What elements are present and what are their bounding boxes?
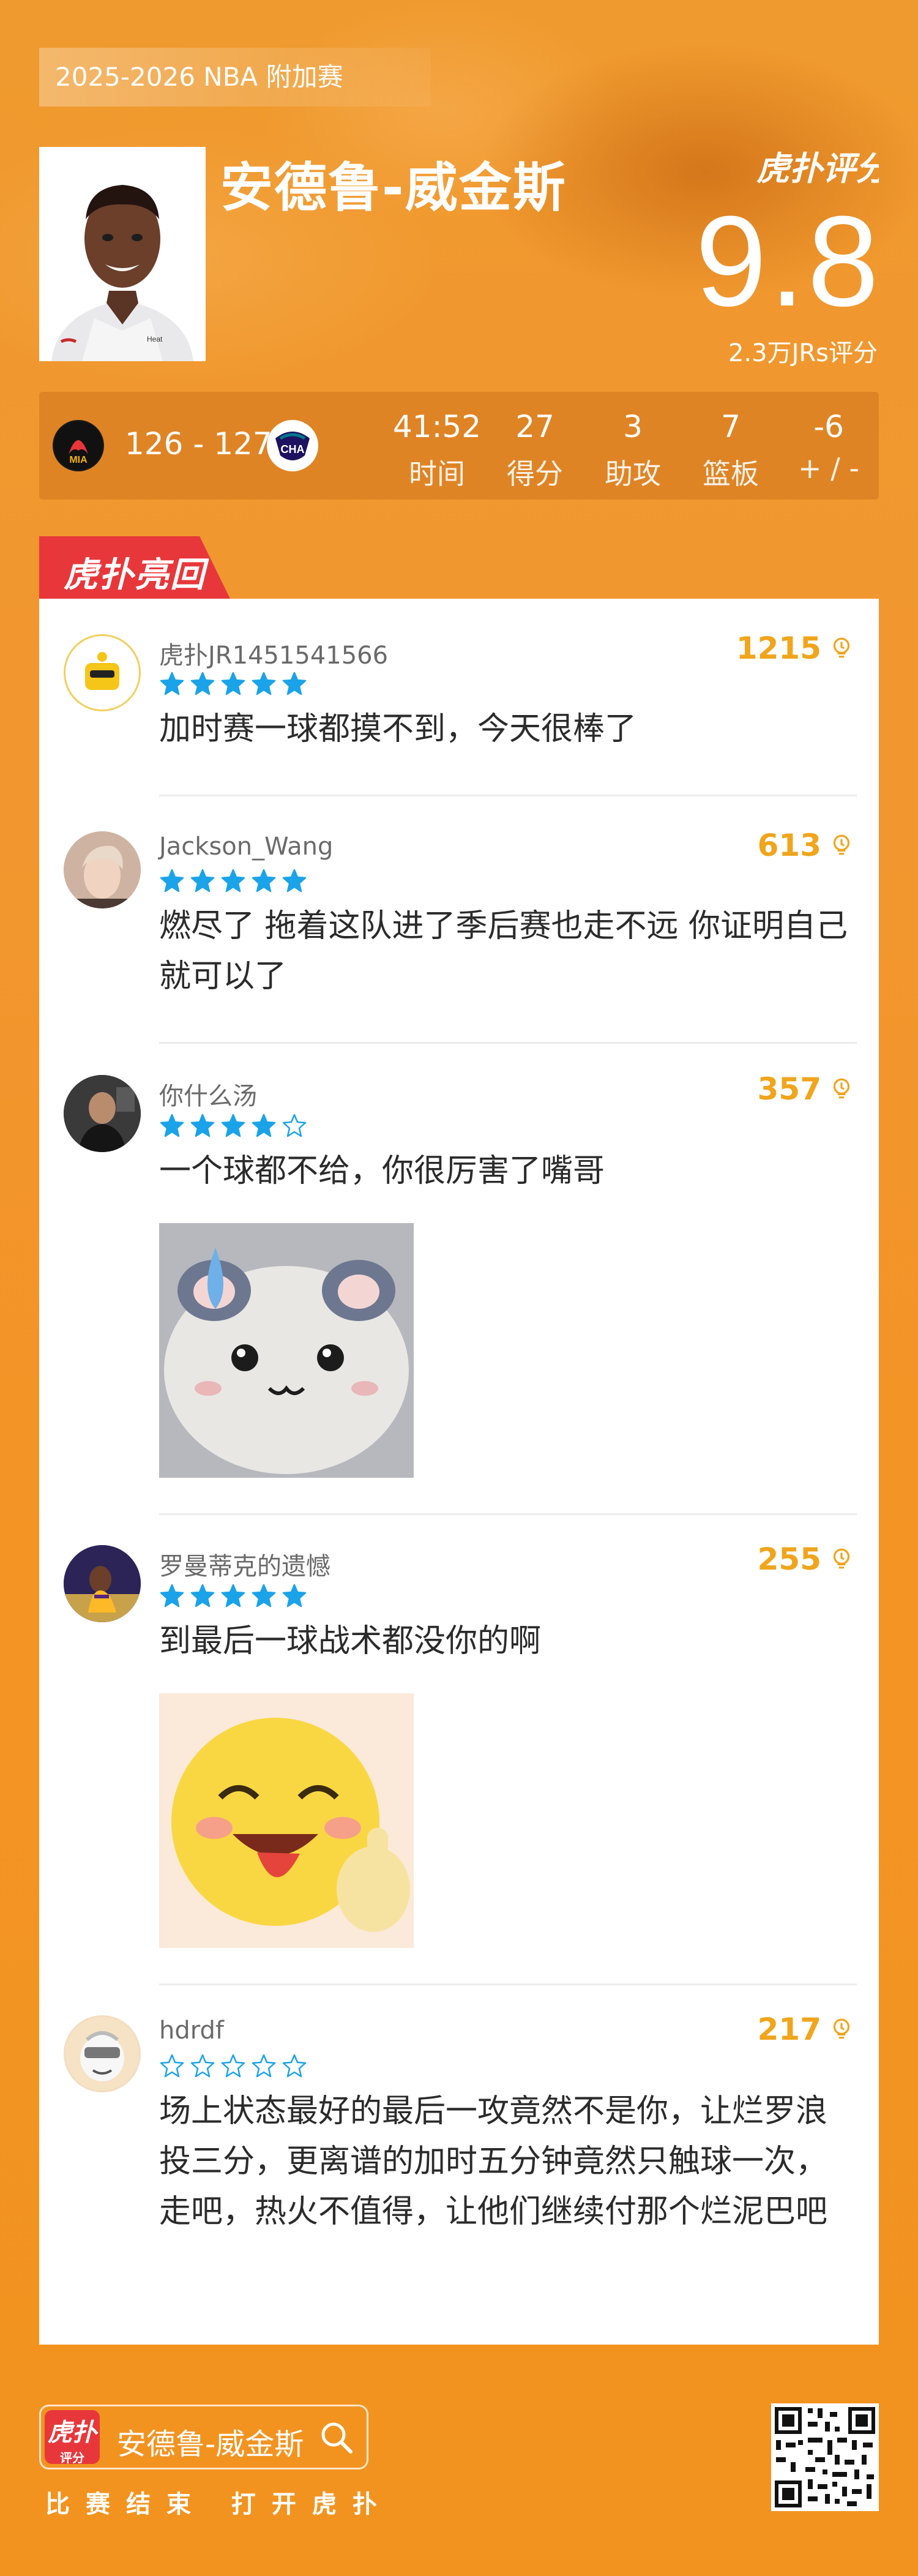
svg-text:CHA: CHA (281, 443, 305, 455)
stat-time: 41:52 时间 (392, 409, 482, 490)
like-count[interactable]: 217 (758, 2012, 854, 2047)
player-name: 安德鲁-威金斯 (220, 157, 567, 219)
lightbulb-icon (833, 1078, 850, 1099)
comment-username[interactable]: 虎扑JR1451541566 (159, 635, 388, 671)
divider (159, 1042, 857, 1044)
avatar[interactable] (64, 831, 141, 908)
like-count[interactable]: 613 (758, 828, 854, 863)
star-filled-icon (282, 869, 307, 893)
stat-plus-minus: -6 + / - (798, 409, 859, 485)
star-filled-icon (252, 1114, 276, 1137)
comment-text: 场上状态最好的最后一攻竟然不是你，让烂罗浪投三分，更离谱的加时五分钟竟然只触球一… (159, 2093, 828, 2230)
search-icon[interactable] (319, 2420, 354, 2455)
star-empty-icon (190, 2054, 215, 2078)
star-filled-icon (282, 672, 307, 695)
comment-text: 到最后一球战术都没你的啊 (159, 1623, 542, 1660)
star-empty-icon (252, 2054, 276, 2078)
like-count[interactable]: 357 (758, 1071, 854, 1107)
star-filled-icon (160, 1584, 184, 1608)
highlight-replies-badge: 虎扑亮回复 (39, 536, 230, 599)
star-empty-icon (282, 2054, 307, 2078)
avatar[interactable] (64, 2015, 141, 2092)
divider (159, 795, 857, 796)
qr-code[interactable] (771, 2403, 879, 2511)
footer-caption: 比赛结束 打开虎扑 (45, 2490, 393, 2518)
comments-panel: 虎扑JR1451541566 1215 加时赛一球都摸不到，今天很棒了 Jack… (39, 599, 879, 2345)
sticker-sweat-hamster[interactable] (159, 1223, 414, 1478)
stat-assists: 3 助攻 (605, 409, 661, 490)
star-filled-icon (282, 1584, 307, 1608)
brand-text: 虎扑评分 (756, 149, 879, 188)
star-filled-icon (190, 672, 215, 695)
hupu-app-logo: 虎扑 评分 (45, 2410, 100, 2465)
comment-text: 燃尽了 拖着这队进了季后赛也走不远 你证明自己就可以了 (159, 908, 848, 995)
star-empty-icon (160, 2054, 184, 2078)
star-filled-icon (221, 672, 245, 695)
miami-heat-logo: MIA (53, 420, 104, 471)
footer-search-text: 安德鲁-威金斯 (117, 2427, 304, 2462)
comment-username[interactable]: 罗曼蒂克的遗憾 (159, 1546, 330, 1582)
svg-text:MIA: MIA (69, 455, 88, 465)
star-filled-icon (160, 869, 184, 893)
comment-username[interactable]: 你什么汤 (159, 1076, 257, 1112)
player-score: 9.8 (695, 189, 881, 333)
comment-text: 加时赛一球都摸不到，今天很棒了 (159, 711, 637, 747)
avatar[interactable] (64, 634, 141, 711)
rating-stars (159, 671, 307, 697)
hupu-rating-logo: 虎扑评分 (756, 142, 892, 191)
divider (159, 1513, 857, 1515)
star-filled-icon (160, 1114, 184, 1137)
game-score: 126 - 127 (125, 426, 272, 462)
lightbulb-icon (833, 637, 850, 658)
like-count[interactable]: 255 (758, 1541, 854, 1577)
stat-rebounds: 7 篮板 (703, 409, 759, 490)
sticker-tongue-emoji[interactable] (159, 1693, 414, 1948)
charlotte-hornets-logo: CHA (267, 420, 318, 471)
star-filled-icon (221, 1584, 245, 1608)
lightbulb-icon (833, 1548, 850, 1569)
lightbulb-icon (833, 2018, 850, 2039)
stat-points: 27 得分 (507, 409, 563, 490)
avatar[interactable] (64, 1545, 141, 1622)
rating-stars (159, 1113, 307, 1139)
comment-username[interactable]: hdrdf (159, 2016, 224, 2045)
star-filled-icon (190, 869, 215, 893)
star-filled-icon (221, 1114, 245, 1137)
season-tag: 2025-2026 NBA 附加赛 (39, 48, 431, 107)
star-empty-icon (282, 1114, 307, 1137)
star-filled-icon (190, 1584, 215, 1608)
svg-text:Heat: Heat (147, 335, 163, 343)
comment-text: 一个球都不给，你很厉害了嘴哥 (159, 1153, 605, 1189)
star-filled-icon (252, 869, 276, 893)
footer-search-bar[interactable]: 虎扑 评分 安德鲁-威金斯 (39, 2405, 368, 2469)
star-filled-icon (221, 869, 245, 893)
rating-count: 2.3万JRs评分 (728, 339, 878, 367)
rating-stars (159, 2053, 307, 2079)
avatar[interactable] (64, 1075, 141, 1152)
comment-username[interactable]: Jackson_Wang (159, 833, 333, 861)
divider (159, 1983, 857, 1985)
like-count[interactable]: 1215 (736, 631, 854, 666)
match-stats-bar: MIA 126 - 127 CHA 41:52 时间 27 得分 3 助攻 7 篮板 -… (39, 392, 879, 500)
star-empty-icon (221, 2054, 245, 2078)
star-filled-icon (252, 1584, 276, 1608)
star-filled-icon (160, 672, 184, 695)
rating-stars (159, 868, 307, 894)
star-filled-icon (252, 672, 276, 695)
rating-stars (159, 1583, 307, 1609)
star-filled-icon (190, 1114, 215, 1137)
player-photo: Heat (39, 147, 206, 361)
lightbulb-icon (833, 834, 850, 855)
